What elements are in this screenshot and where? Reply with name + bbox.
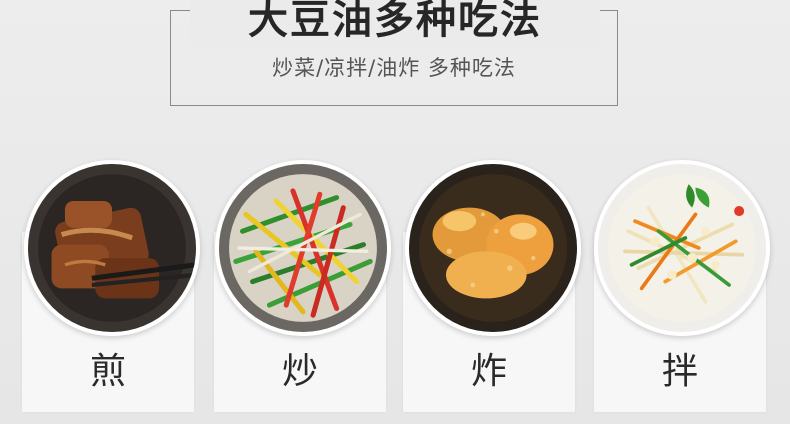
deep-fried-chicken-image xyxy=(405,160,581,336)
method-label: 拌 xyxy=(661,351,698,392)
method-label: 炒 xyxy=(281,351,318,392)
stir-fried-peppers-image xyxy=(215,160,391,336)
page-title: 大豆油多种吃法 xyxy=(190,0,600,46)
cold-mushroom-salad-image xyxy=(594,160,770,336)
method-label: 煎 xyxy=(89,351,126,392)
method-label: 炸 xyxy=(470,351,507,392)
fried-pork-image xyxy=(24,160,200,336)
page-subtitle: 炒菜/凉拌/油炸 多种吃法 xyxy=(272,56,516,80)
